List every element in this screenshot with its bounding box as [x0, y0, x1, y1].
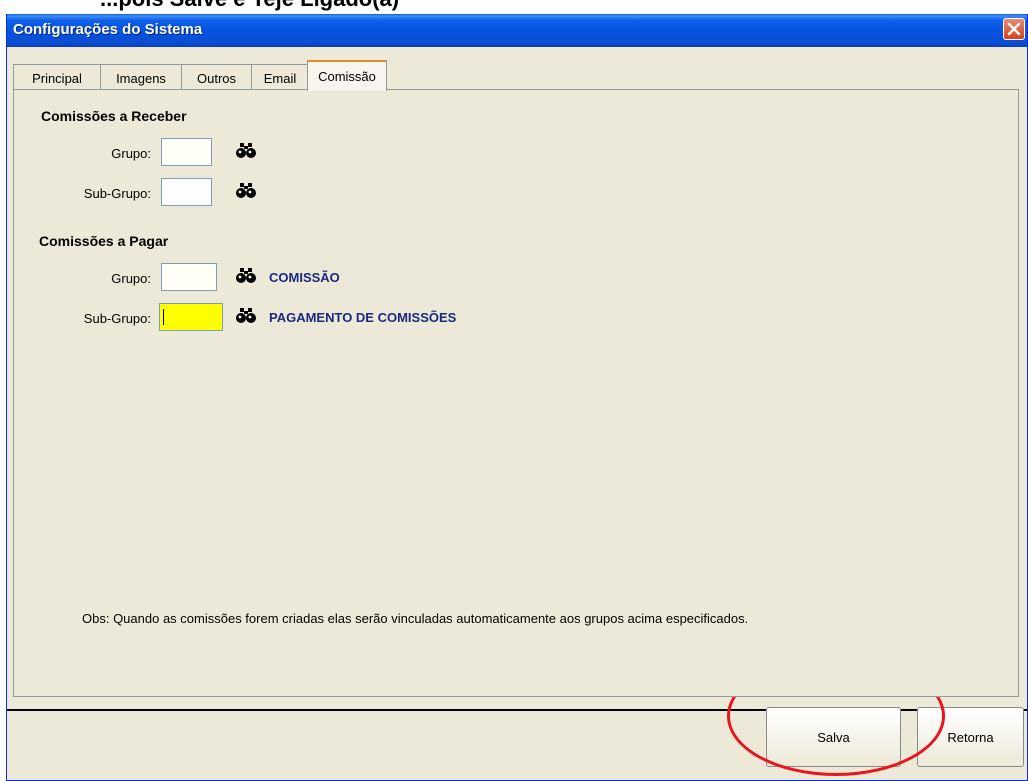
pagar-grupo-description: COMISSÃO [269, 270, 340, 285]
observation-note: Obs: Quando as comissões forem criadas e… [82, 611, 749, 626]
pagar-subgrupo-description: PAGAMENTO DE COMISSÕES [269, 310, 457, 325]
binoculars-icon[interactable] [236, 183, 256, 199]
pagar-grupo-label: Grupo: [111, 271, 151, 286]
close-icon [1007, 22, 1021, 36]
tab-principal[interactable]: Principal [13, 64, 101, 90]
pagar-subgrupo-input[interactable] [159, 303, 223, 331]
receber-grupo-label: Grupo: [111, 146, 151, 161]
text-caret [163, 309, 164, 325]
title-bar[interactable]: Configurações do Sistema [7, 14, 1027, 47]
receber-subgrupo-label: Sub-Grupo: [83, 186, 151, 201]
tab-imagens[interactable]: Imagens [100, 64, 182, 90]
settings-window: Configurações do Sistema Principal Image… [6, 14, 1028, 781]
receber-section-title: Comissões a Receber [41, 108, 187, 124]
binoculars-icon[interactable] [236, 143, 256, 159]
cut-off-heading: ...pois Salve e Teje Ligado(a) [100, 0, 399, 12]
binoculars-icon[interactable] [236, 308, 256, 324]
pagar-grupo-input[interactable] [161, 263, 217, 291]
close-button[interactable] [1003, 18, 1025, 40]
pagar-subgrupo-label: Sub-Grupo: [83, 311, 151, 326]
window-title: Configurações do Sistema [13, 21, 203, 38]
receber-subgrupo-input[interactable] [161, 178, 212, 206]
tab-panel-comissao: Comissões a Receber Grupo: Sub-Grupo: Co… [13, 89, 1019, 697]
pagar-section-title: Comissões a Pagar [39, 233, 169, 249]
binoculars-icon[interactable] [236, 268, 256, 284]
save-button[interactable]: Salva [766, 707, 901, 767]
back-button[interactable]: Retorna [917, 707, 1024, 767]
receber-grupo-input[interactable] [161, 138, 212, 166]
tab-email[interactable]: Email [251, 64, 309, 90]
tab-outros[interactable]: Outros [181, 64, 252, 90]
tab-comissao[interactable]: Comissão [307, 60, 387, 91]
